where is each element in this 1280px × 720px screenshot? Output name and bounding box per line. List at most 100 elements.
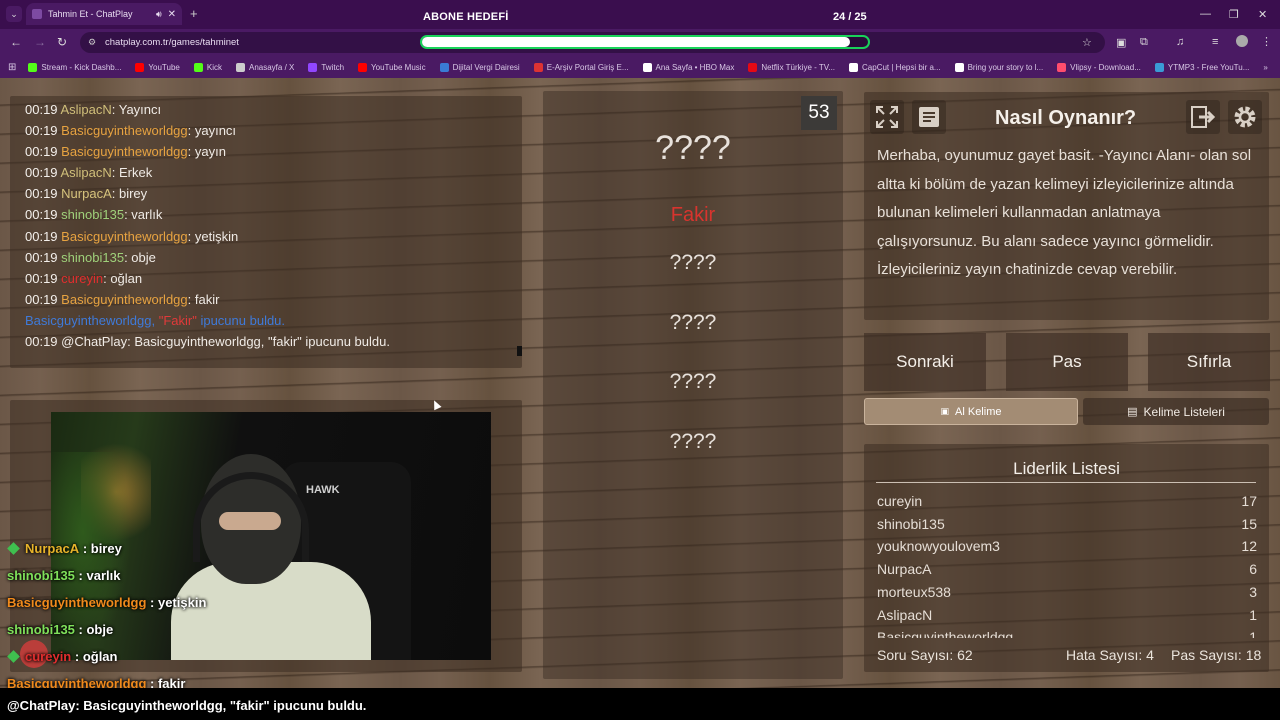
- speaker-icon[interactable]: 🔊︎: [156, 9, 162, 20]
- browser-tab[interactable]: Tahmin Et - ChatPlay 🔊︎ ✕: [26, 3, 182, 25]
- site-info-icon[interactable]: ⚙: [88, 37, 96, 48]
- notes-button[interactable]: [912, 100, 946, 134]
- settings-button[interactable]: [1228, 100, 1262, 134]
- leaderboard-score: 15: [1241, 515, 1257, 532]
- leaderboard-row: AslipacN 1: [877, 604, 1257, 627]
- leaderboard-divider: [876, 482, 1256, 483]
- leaderboard-name: shinobi135: [877, 515, 945, 532]
- bookmark-item[interactable]: Netflix Türkiye - TV...: [748, 62, 835, 72]
- system-line: 00:19 @ChatPlay: Basicguyintheworldgg, "…: [25, 334, 390, 350]
- bookmark-item[interactable]: YouTube Music: [358, 62, 426, 72]
- bookmark-favicon-icon: [135, 62, 145, 72]
- tab-favicon-icon: [32, 9, 42, 19]
- hint-user: Basicguyintheworldgg,: [25, 312, 156, 328]
- bookmark-item[interactable]: Twitch: [308, 62, 344, 72]
- bookmark-item[interactable]: YouTube: [135, 62, 180, 72]
- menu-kebab-icon[interactable]: ⋮: [1261, 35, 1272, 48]
- leaderboard-list[interactable]: cureyin 17 shinobi135 15 youknowyoulovem3 12 N…: [877, 490, 1257, 638]
- chat-message: 00:19 Basicguyintheworldgg: yayıncı: [25, 120, 522, 141]
- chat-panel: 00:19 AslipacN: Yayıncı 00:19 Basicguyint…: [10, 96, 522, 368]
- forward-button[interactable]: →: [34, 35, 46, 49]
- window-close-button[interactable]: ✕: [1258, 8, 1267, 21]
- bookmark-favicon-icon: [28, 62, 38, 72]
- extensions-puzzle-icon[interactable]: ⧉: [1140, 36, 1148, 49]
- bookmark-item[interactable]: Anasayfa / X: [235, 62, 294, 72]
- leaderboard-name: morteux538: [877, 583, 951, 600]
- chair-brand: HAWK: [306, 484, 340, 496]
- chat-time: 00:19: [25, 270, 58, 286]
- reload-button[interactable]: ↻: [57, 35, 67, 49]
- reset-button[interactable]: Sıfırla: [1148, 333, 1270, 391]
- subscriber-goal-progress-fill: [422, 37, 851, 47]
- stream-chat-overlay: NurpacA : birey shinobi135 : varlık Basicg…: [7, 535, 206, 697]
- minimize-button[interactable]: —: [1200, 8, 1211, 20]
- extension-icon[interactable]: ▣: [1116, 36, 1126, 49]
- pass-button[interactable]: Pas: [1006, 333, 1128, 391]
- chat-time: 00:19: [25, 165, 58, 181]
- bookmark-label: Vlipsy - Download...: [1070, 62, 1141, 72]
- chat-msg: : fakir: [187, 291, 220, 307]
- overlay-chat-text: : varlık: [78, 568, 121, 583]
- bookmarks-bar: ⊞ Stream - Kick Dashb... YouTube Kick Anasa…: [0, 56, 1280, 78]
- chat-message: 00:19 shinobi135: varlık: [25, 204, 522, 225]
- how-to-play-title: Nasıl Oynanır?: [995, 107, 1137, 129]
- bookmark-item[interactable]: Ana Sayfa • HBO Max: [642, 62, 734, 72]
- bookmark-label: CapCut | Hepsi bir a...: [862, 62, 941, 72]
- next-button[interactable]: Sonraki: [864, 333, 986, 391]
- media-icon[interactable]: ♫: [1176, 36, 1184, 48]
- list-icon: ▤: [1127, 406, 1138, 418]
- leaderboard-name: youknowyoulovem3: [877, 538, 1000, 555]
- subscriber-badge-icon: [7, 542, 20, 555]
- maximize-button[interactable]: ❐: [1229, 8, 1239, 21]
- exit-icon: [1191, 106, 1216, 128]
- bookmark-favicon-icon: [235, 62, 245, 72]
- chat-message: 00:19 Basicguyintheworldgg: fakir: [25, 289, 522, 310]
- profile-avatar[interactable]: [1236, 35, 1248, 47]
- bookmark-item[interactable]: Kick: [193, 62, 222, 72]
- ticker-user: @ChatPlay: [7, 698, 76, 713]
- bookmark-favicon-icon: [533, 62, 543, 72]
- word-lists-button[interactable]: ▤ Kelime Listeleri: [1083, 398, 1269, 425]
- overlay-chat-message: shinobi135 : varlık: [7, 562, 206, 589]
- overlay-chat-user: Basicguyintheworldgg: [7, 595, 147, 610]
- chat-user: NurpacA: [61, 186, 112, 202]
- new-tab-button[interactable]: +: [190, 6, 198, 21]
- chat-scrollbar[interactable]: [517, 346, 522, 356]
- tab-close-icon[interactable]: ✕: [168, 9, 176, 20]
- chat-user: Basicguyintheworldgg: [61, 123, 188, 139]
- back-button[interactable]: ←: [10, 35, 22, 49]
- chat-msg: : yayın: [187, 144, 226, 160]
- overlay-chat-text: : obje: [78, 622, 114, 637]
- bookmark-item[interactable]: Bring your story to l...: [954, 62, 1043, 72]
- subscriber-goal-progress: [420, 35, 870, 49]
- chat-user: shinobi135: [61, 207, 125, 223]
- tab-search-button[interactable]: ⌄: [6, 6, 22, 22]
- bookmark-item[interactable]: Vlipsy - Download...: [1057, 62, 1141, 72]
- chat-msg: : yetişkin: [187, 228, 239, 244]
- fullscreen-button[interactable]: [870, 100, 904, 134]
- apps-grid-icon[interactable]: ⊞: [8, 62, 16, 73]
- hint-word: "Fakir": [158, 312, 197, 328]
- chat-msg: : Erkek: [111, 165, 153, 181]
- bookmark-item[interactable]: YTMP3 - Free YouTu...: [1154, 62, 1249, 72]
- bookmark-favicon-icon: [193, 62, 203, 72]
- leaderboard-row: cureyin 17: [877, 490, 1257, 513]
- chat-msg: : birey: [111, 186, 148, 202]
- overlay-chat-user: shinobi135: [7, 622, 75, 637]
- chat-message: 00:19 cureyin: oğlan: [25, 268, 522, 289]
- more-bookmarks-icon[interactable]: »: [1263, 63, 1267, 72]
- bookmark-item[interactable]: E-Arşiv Portal Giriş E...: [533, 62, 629, 72]
- chat-time: 00:19: [25, 102, 58, 117]
- bookmark-item[interactable]: CapCut | Hepsi bir a...: [849, 62, 941, 72]
- leaderboard-score: 17: [1241, 493, 1257, 509]
- exit-button[interactable]: [1186, 100, 1220, 134]
- bookmark-item[interactable]: Stream - Kick Dashb...: [28, 62, 121, 72]
- chat-message: 00:19 AslipacN: Yayıncı: [25, 99, 522, 120]
- chat-message: 00:19 AslipacN: Erkek: [25, 162, 522, 183]
- reading-list-icon[interactable]: ≡: [1212, 36, 1218, 48]
- bookmark-star-icon[interactable]: ☆: [1082, 36, 1092, 49]
- bookmark-item[interactable]: Dijital Vergi Dairesi: [439, 62, 520, 72]
- leaderboard-name: Basicguyintheworldgg: [877, 629, 1014, 638]
- get-word-button[interactable]: ▣ Al Kelime: [864, 398, 1078, 425]
- overlay-chat-user: shinobi135: [7, 568, 75, 583]
